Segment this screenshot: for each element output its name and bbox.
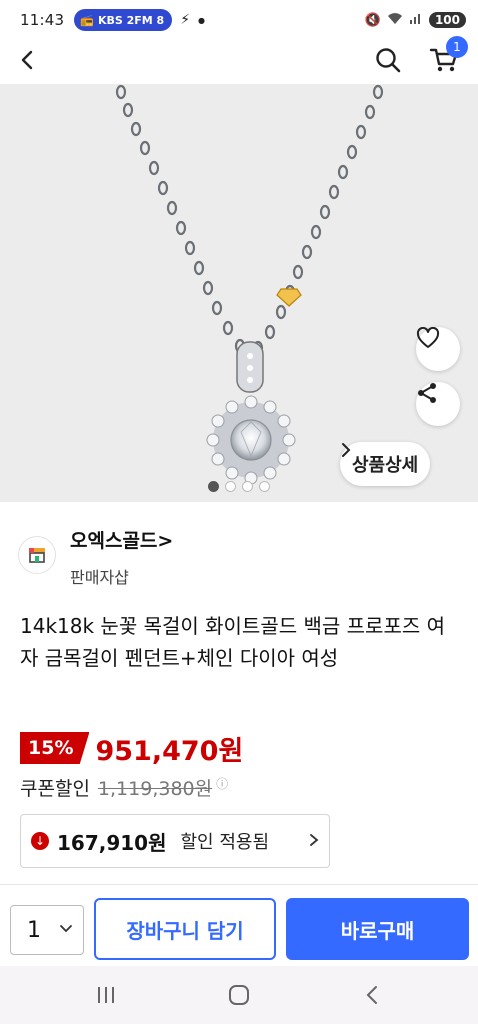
- coupon-applied-text: 할인 적용됨: [180, 832, 270, 853]
- battery-indicator: 100: [428, 12, 466, 28]
- heart-icon: [416, 327, 440, 348]
- cart-button[interactable]: 1: [424, 36, 468, 80]
- recent-apps-button[interactable]: [76, 975, 136, 1015]
- chevron-right-icon: [309, 832, 319, 851]
- status-time: 11:43: [20, 11, 65, 29]
- product-detail-button[interactable]: 상품상세: [340, 442, 431, 486]
- carousel-dot[interactable]: [242, 481, 253, 492]
- carousel-dot[interactable]: [225, 481, 236, 492]
- product-image-carousel[interactable]: 상품상세: [0, 84, 478, 502]
- coupon-price-row: 쿠폰할인 1,119,380원 ⓘ: [20, 774, 228, 801]
- chevron-right-icon: [342, 443, 351, 457]
- quantity-value: 1: [27, 917, 41, 943]
- add-to-cart-button[interactable]: 장바구니 담기: [94, 898, 276, 960]
- necklace-image: [115, 84, 384, 485]
- home-icon: [228, 985, 249, 1005]
- buy-now-button[interactable]: 바로구매: [286, 898, 469, 960]
- purchase-bar: 1 장바구니 담기 바로구매: [0, 884, 478, 966]
- search-icon: [376, 48, 401, 73]
- status-bar: 11:43 📻 KBS 2FM 8 ⚡ ● 🔇 100: [0, 0, 478, 40]
- radio-icon: 📻: [80, 13, 94, 27]
- dot-icon: ●: [198, 15, 206, 25]
- share-icon: [418, 383, 436, 403]
- arrow-down-icon: ↓: [31, 832, 49, 850]
- recent-apps-icon: [98, 987, 115, 1003]
- carousel-dot[interactable]: [208, 481, 219, 492]
- home-button[interactable]: [209, 975, 269, 1015]
- bolt-icon: ⚡: [180, 12, 191, 28]
- product-title: 14k18k 눈꽃 목걸이 화이트골드 백금 프로포즈 여자 금목걸이 펜던트+…: [20, 614, 446, 670]
- original-price: 1,119,380원: [97, 778, 213, 800]
- chevron-left-icon: [21, 50, 33, 70]
- carousel-dot[interactable]: [259, 481, 270, 492]
- sale-price: 951,470원: [95, 735, 244, 767]
- status-icons: 🔇 100: [365, 11, 466, 29]
- back-button[interactable]: [8, 40, 48, 80]
- system-back-button[interactable]: [342, 975, 402, 1015]
- carousel-indicator: [0, 481, 478, 492]
- cart-count-badge: 1: [446, 36, 468, 58]
- seller-logo[interactable]: [18, 536, 56, 574]
- coupon-discount-label: 쿠폰할인: [20, 778, 90, 800]
- discount-rate-badge: 15%: [20, 732, 90, 764]
- store-icon: [29, 548, 45, 563]
- signal-icon: [409, 11, 423, 29]
- app-bar: 1: [0, 36, 478, 84]
- back-icon: [366, 986, 377, 1004]
- radio-notification-pill: 📻 KBS 2FM 8: [74, 9, 173, 31]
- quantity-select[interactable]: 1: [10, 905, 84, 955]
- seller-name-link[interactable]: 오엑스골드>: [70, 526, 173, 553]
- product-detail-label: 상품상세: [352, 455, 419, 476]
- coupon-applied-box[interactable]: ↓ 167,910원 할인 적용됨: [20, 814, 330, 868]
- wishlist-button[interactable]: [416, 327, 460, 371]
- search-button[interactable]: [368, 40, 408, 80]
- price-row: 15% 951,470원: [20, 730, 244, 767]
- chevron-down-icon: [59, 922, 73, 938]
- mute-icon: 🔇: [364, 12, 381, 28]
- radio-label: KBS 2FM 8: [97, 13, 165, 27]
- system-nav-bar: [0, 966, 478, 1024]
- wifi-icon: [387, 11, 403, 29]
- coupon-amount: 167,910원: [57, 830, 167, 855]
- info-icon[interactable]: ⓘ: [216, 775, 228, 792]
- seller-shop-label: 판매자샵: [70, 568, 129, 587]
- share-button[interactable]: [416, 382, 460, 426]
